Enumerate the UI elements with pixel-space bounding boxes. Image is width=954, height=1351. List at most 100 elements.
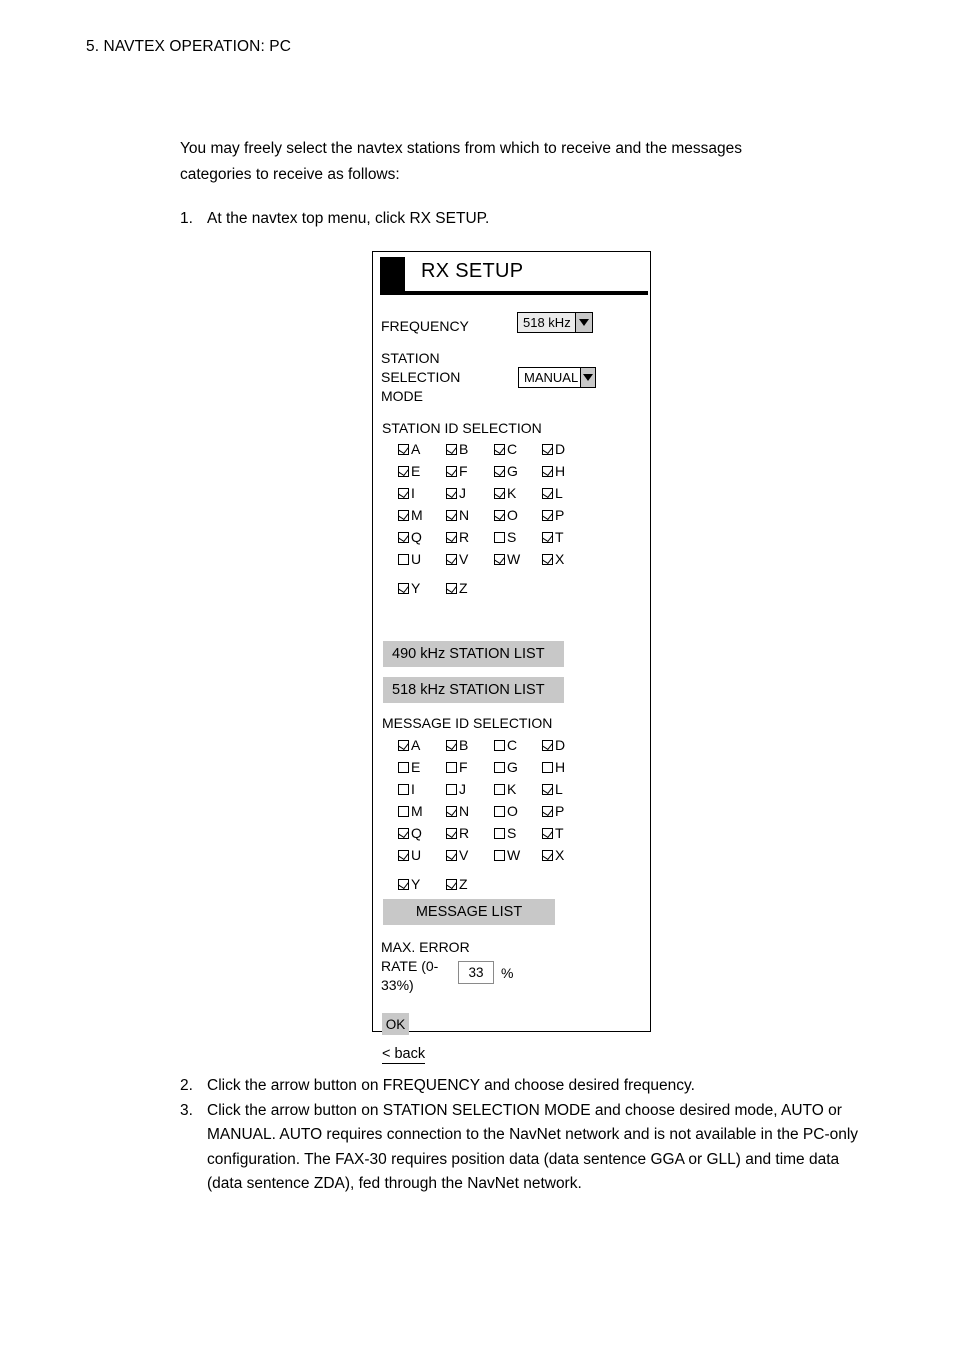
- checkbox-checked-icon[interactable]: [542, 465, 553, 477]
- message-checkbox-z[interactable]: Z: [446, 873, 494, 895]
- checkbox-checked-icon[interactable]: [398, 531, 409, 543]
- station-checkbox-z[interactable]: Z: [446, 577, 494, 599]
- station-checkbox-d[interactable]: D: [542, 438, 590, 460]
- checkbox-unchecked-icon[interactable]: [494, 531, 505, 543]
- chevron-down-icon[interactable]: [580, 368, 595, 387]
- station-checkbox-w[interactable]: W: [494, 548, 542, 570]
- station-checkbox-f[interactable]: F: [446, 460, 494, 482]
- checkbox-checked-icon[interactable]: [542, 827, 553, 839]
- message-checkbox-x[interactable]: X: [542, 844, 590, 866]
- max-error-rate-input[interactable]: 33: [458, 961, 494, 984]
- station-selection-mode-select[interactable]: MANUAL: [518, 367, 596, 388]
- message-checkbox-n[interactable]: N: [446, 800, 494, 822]
- station-checkbox-v[interactable]: V: [446, 548, 494, 570]
- checkbox-checked-icon[interactable]: [542, 443, 553, 455]
- checkbox-checked-icon[interactable]: [542, 783, 553, 795]
- checkbox-checked-icon[interactable]: [398, 582, 409, 594]
- checkbox-unchecked-icon[interactable]: [494, 783, 505, 795]
- station-checkbox-n[interactable]: N: [446, 504, 494, 526]
- checkbox-unchecked-icon[interactable]: [494, 805, 505, 817]
- station-checkbox-q[interactable]: Q: [398, 526, 446, 548]
- station-checkbox-g[interactable]: G: [494, 460, 542, 482]
- checkbox-unchecked-icon[interactable]: [398, 553, 409, 565]
- checkbox-checked-icon[interactable]: [542, 739, 553, 751]
- message-checkbox-p[interactable]: P: [542, 800, 590, 822]
- station-checkbox-t[interactable]: T: [542, 526, 590, 548]
- message-checkbox-s[interactable]: S: [494, 822, 542, 844]
- checkbox-unchecked-icon[interactable]: [494, 849, 505, 861]
- frequency-select[interactable]: 518 kHz: [517, 312, 593, 333]
- checkbox-checked-icon[interactable]: [542, 531, 553, 543]
- checkbox-checked-icon[interactable]: [398, 849, 409, 861]
- checkbox-checked-icon[interactable]: [446, 509, 457, 521]
- checkbox-checked-icon[interactable]: [398, 443, 409, 455]
- station-checkbox-p[interactable]: P: [542, 504, 590, 526]
- station-checkbox-m[interactable]: M: [398, 504, 446, 526]
- checkbox-checked-icon[interactable]: [398, 739, 409, 751]
- message-checkbox-k[interactable]: K: [494, 778, 542, 800]
- checkbox-checked-icon[interactable]: [446, 487, 457, 499]
- message-checkbox-t[interactable]: T: [542, 822, 590, 844]
- message-checkbox-h[interactable]: H: [542, 756, 590, 778]
- station-checkbox-h[interactable]: H: [542, 460, 590, 482]
- checkbox-checked-icon[interactable]: [398, 878, 409, 890]
- message-checkbox-o[interactable]: O: [494, 800, 542, 822]
- checkbox-checked-icon[interactable]: [446, 805, 457, 817]
- checkbox-unchecked-icon[interactable]: [446, 783, 457, 795]
- station-checkbox-b[interactable]: B: [446, 438, 494, 460]
- station-checkbox-s[interactable]: S: [494, 526, 542, 548]
- checkbox-checked-icon[interactable]: [494, 465, 505, 477]
- station-checkbox-u[interactable]: U: [398, 548, 446, 570]
- checkbox-unchecked-icon[interactable]: [398, 805, 409, 817]
- station-checkbox-y[interactable]: Y: [398, 577, 446, 599]
- checkbox-checked-icon[interactable]: [446, 531, 457, 543]
- checkbox-unchecked-icon[interactable]: [446, 761, 457, 773]
- checkbox-checked-icon[interactable]: [542, 849, 553, 861]
- checkbox-checked-icon[interactable]: [542, 487, 553, 499]
- message-checkbox-d[interactable]: D: [542, 734, 590, 756]
- checkbox-checked-icon[interactable]: [446, 849, 457, 861]
- station-checkbox-r[interactable]: R: [446, 526, 494, 548]
- station-checkbox-l[interactable]: L: [542, 482, 590, 504]
- station-checkbox-i[interactable]: I: [398, 482, 446, 504]
- message-checkbox-j[interactable]: J: [446, 778, 494, 800]
- station-checkbox-j[interactable]: J: [446, 482, 494, 504]
- message-checkbox-y[interactable]: Y: [398, 873, 446, 895]
- checkbox-checked-icon[interactable]: [542, 509, 553, 521]
- chevron-down-icon[interactable]: [574, 313, 592, 332]
- message-list-button[interactable]: MESSAGE LIST: [383, 899, 555, 925]
- station-checkbox-o[interactable]: O: [494, 504, 542, 526]
- message-checkbox-m[interactable]: M: [398, 800, 446, 822]
- message-checkbox-f[interactable]: F: [446, 756, 494, 778]
- checkbox-checked-icon[interactable]: [494, 487, 505, 499]
- message-checkbox-b[interactable]: B: [446, 734, 494, 756]
- station-checkbox-x[interactable]: X: [542, 548, 590, 570]
- checkbox-unchecked-icon[interactable]: [398, 783, 409, 795]
- message-checkbox-g[interactable]: G: [494, 756, 542, 778]
- checkbox-checked-icon[interactable]: [398, 465, 409, 477]
- ok-button[interactable]: OK: [382, 1013, 409, 1035]
- checkbox-checked-icon[interactable]: [446, 827, 457, 839]
- station-list-button-518[interactable]: 518 kHz STATION LIST: [383, 677, 564, 703]
- message-checkbox-e[interactable]: E: [398, 756, 446, 778]
- checkbox-checked-icon[interactable]: [446, 553, 457, 565]
- checkbox-checked-icon[interactable]: [398, 509, 409, 521]
- checkbox-unchecked-icon[interactable]: [494, 739, 505, 751]
- checkbox-checked-icon[interactable]: [446, 878, 457, 890]
- checkbox-checked-icon[interactable]: [494, 509, 505, 521]
- message-checkbox-i[interactable]: I: [398, 778, 446, 800]
- message-checkbox-l[interactable]: L: [542, 778, 590, 800]
- message-checkbox-a[interactable]: A: [398, 734, 446, 756]
- checkbox-unchecked-icon[interactable]: [494, 827, 505, 839]
- checkbox-checked-icon[interactable]: [398, 827, 409, 839]
- checkbox-checked-icon[interactable]: [494, 553, 505, 565]
- checkbox-checked-icon[interactable]: [446, 739, 457, 751]
- station-list-button-490[interactable]: 490 kHz STATION LIST: [383, 641, 564, 667]
- station-checkbox-c[interactable]: C: [494, 438, 542, 460]
- station-checkbox-k[interactable]: K: [494, 482, 542, 504]
- checkbox-unchecked-icon[interactable]: [398, 761, 409, 773]
- message-checkbox-v[interactable]: V: [446, 844, 494, 866]
- checkbox-unchecked-icon[interactable]: [494, 761, 505, 773]
- checkbox-checked-icon[interactable]: [446, 465, 457, 477]
- message-checkbox-c[interactable]: C: [494, 734, 542, 756]
